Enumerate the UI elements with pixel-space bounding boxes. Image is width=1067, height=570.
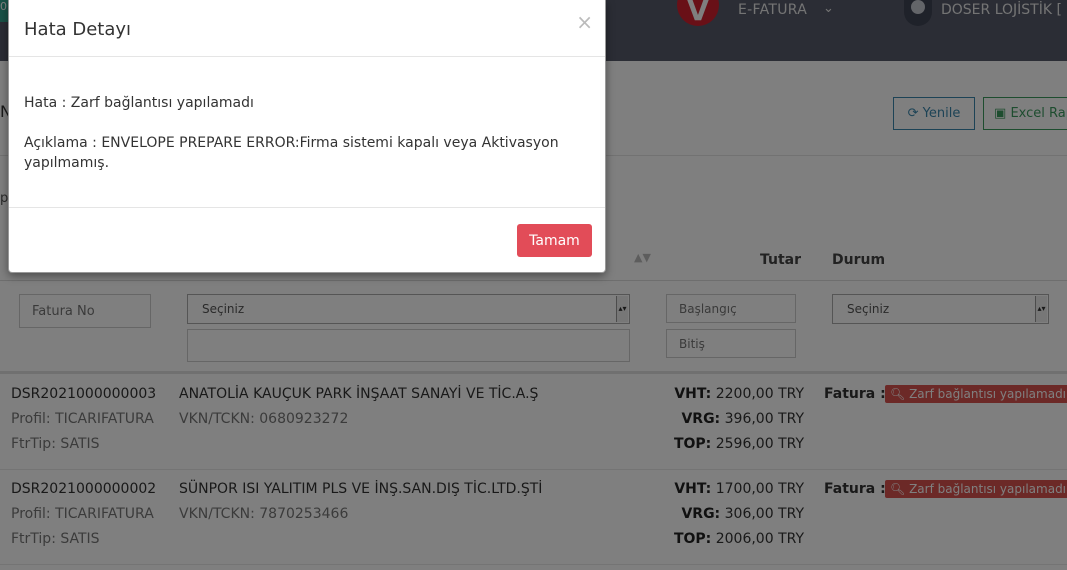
modal-footer: Tamam: [9, 207, 605, 272]
error-description: Açıklama : ENVELOPE PREPARE ERROR:Firma …: [24, 135, 559, 171]
close-icon[interactable]: ×: [576, 10, 593, 34]
modal-title: Hata Detayı: [24, 19, 132, 40]
error-message: Hata : Zarf bağlantısı yapılamadı: [24, 95, 254, 111]
modal-header: Hata Detayı ×: [9, 0, 605, 57]
ok-button[interactable]: Tamam: [517, 224, 592, 257]
error-detail-modal: Hata Detayı × Hata : Zarf bağlantısı yap…: [8, 0, 606, 273]
modal-body: Hata : Zarf bağlantısı yapılamadı Açıkla…: [24, 93, 584, 193]
